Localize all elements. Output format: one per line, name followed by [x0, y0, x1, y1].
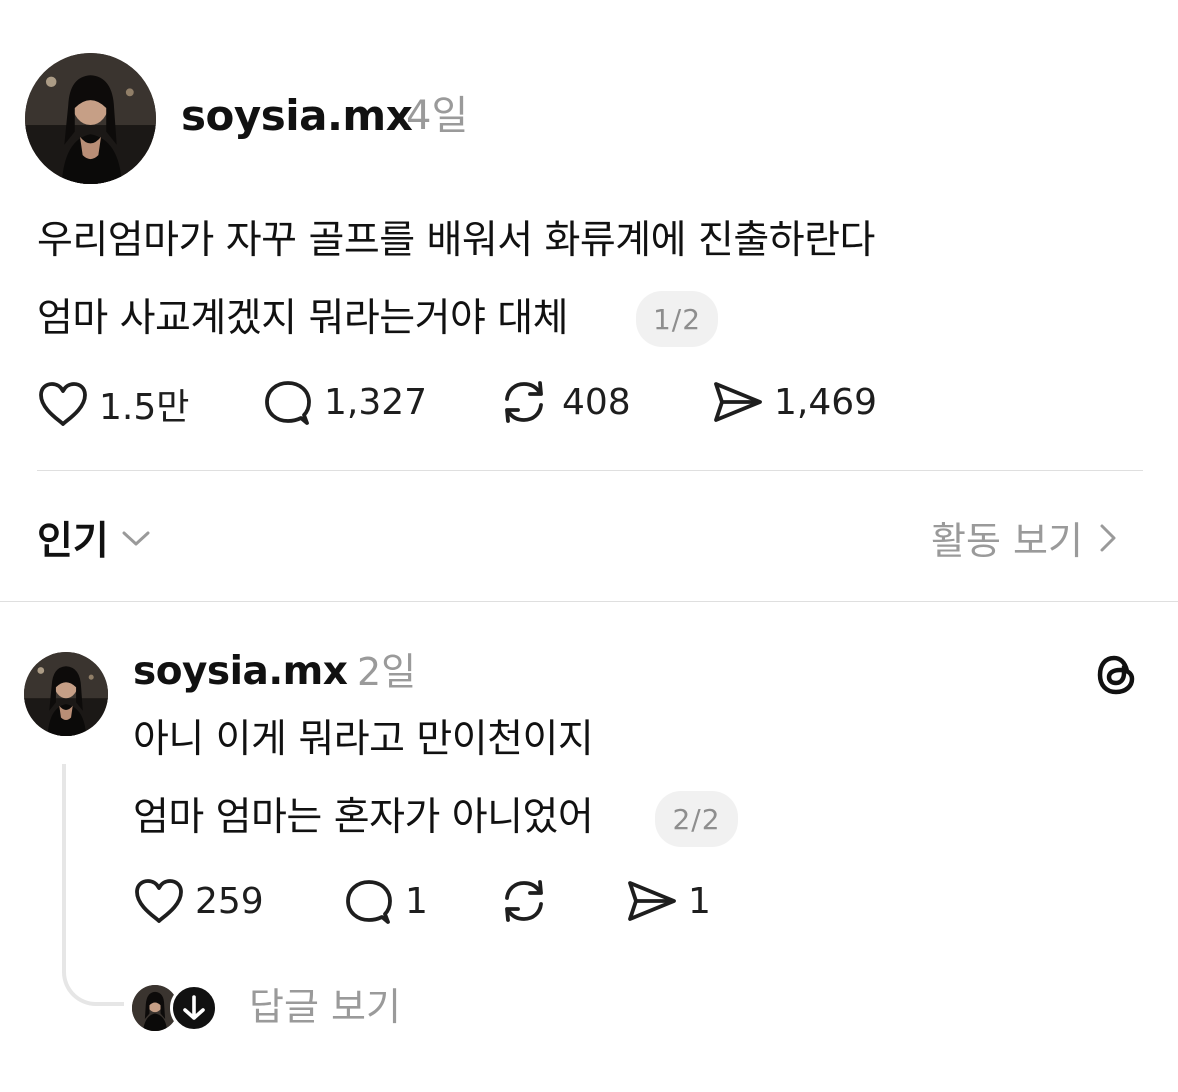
paper-plane-icon	[714, 382, 762, 422]
reply-text-line-1: 아니 이게 뭐라고 만이천이지	[133, 717, 594, 762]
view-replies-arrow-button[interactable]	[170, 984, 218, 1032]
thread-connector-line	[62, 764, 124, 1006]
reply-share-count: 1	[688, 880, 711, 922]
post-author-avatar[interactable]	[25, 53, 156, 184]
repost-arrows-icon	[505, 880, 543, 922]
paper-plane-icon	[628, 881, 676, 921]
post-share-count: 1,469	[774, 381, 878, 423]
reply-comment-count: 1	[405, 880, 428, 922]
sort-label: 인기	[37, 519, 109, 564]
heart-icon	[39, 382, 87, 426]
reply-comment-button[interactable]: 1	[343, 877, 428, 925]
view-activity-label: 활동 보기	[931, 519, 1083, 563]
view-activity-link[interactable]: 활동 보기	[931, 510, 1119, 565]
heart-icon	[135, 879, 183, 923]
avatar-photo	[24, 652, 108, 736]
reply-like-count: 259	[195, 880, 264, 922]
post-divider	[37, 470, 1143, 471]
section-divider	[0, 601, 1178, 602]
reply-timestamp: 2일	[357, 650, 417, 694]
repost-arrows-icon	[505, 381, 543, 423]
speech-bubble-icon	[265, 381, 311, 425]
reply-author-username[interactable]: soysia.mx	[133, 648, 348, 696]
reply-author-avatar[interactable]	[24, 652, 108, 736]
post-comment-button[interactable]: 1,327	[262, 378, 427, 426]
post-share-button[interactable]: 1,469	[710, 378, 877, 426]
chevron-right-icon	[1100, 524, 1116, 551]
reply-like-button[interactable]: 259	[133, 877, 264, 925]
post-like-button[interactable]: 1.5만	[37, 378, 189, 430]
reply-page-indicator: 2/2	[655, 791, 738, 847]
post-comment-count: 1,327	[324, 381, 428, 423]
threads-logo-icon[interactable]	[1094, 652, 1140, 698]
avatar-photo	[25, 53, 156, 184]
post-repost-button[interactable]: 408	[496, 378, 631, 426]
sort-dropdown[interactable]: 인기	[37, 510, 153, 566]
post-page-indicator: 1/2	[636, 291, 718, 347]
reply-share-button[interactable]: 1	[624, 877, 711, 925]
post-author-username[interactable]: soysia.mx	[181, 91, 413, 141]
view-replies-link[interactable]: 답글 보기	[249, 982, 401, 1032]
post-timestamp: 4일	[406, 93, 469, 139]
reply-repost-button[interactable]	[496, 877, 562, 925]
arrow-down-icon	[183, 995, 205, 1020]
post-like-count: 1.5만	[99, 387, 190, 428]
post-repost-count: 408	[562, 381, 631, 423]
reply-text-line-2: 엄마 엄마는 혼자가 아니었어	[133, 795, 594, 840]
post-text-line-1: 우리엄마가 자꾸 골프를 배워서 화류계에 진출하란다	[37, 218, 875, 263]
speech-bubble-icon	[346, 880, 392, 924]
chevron-down-icon	[122, 531, 150, 546]
post-text-line-2: 엄마 사교계겠지 뭐라는거야 대체	[37, 296, 569, 341]
